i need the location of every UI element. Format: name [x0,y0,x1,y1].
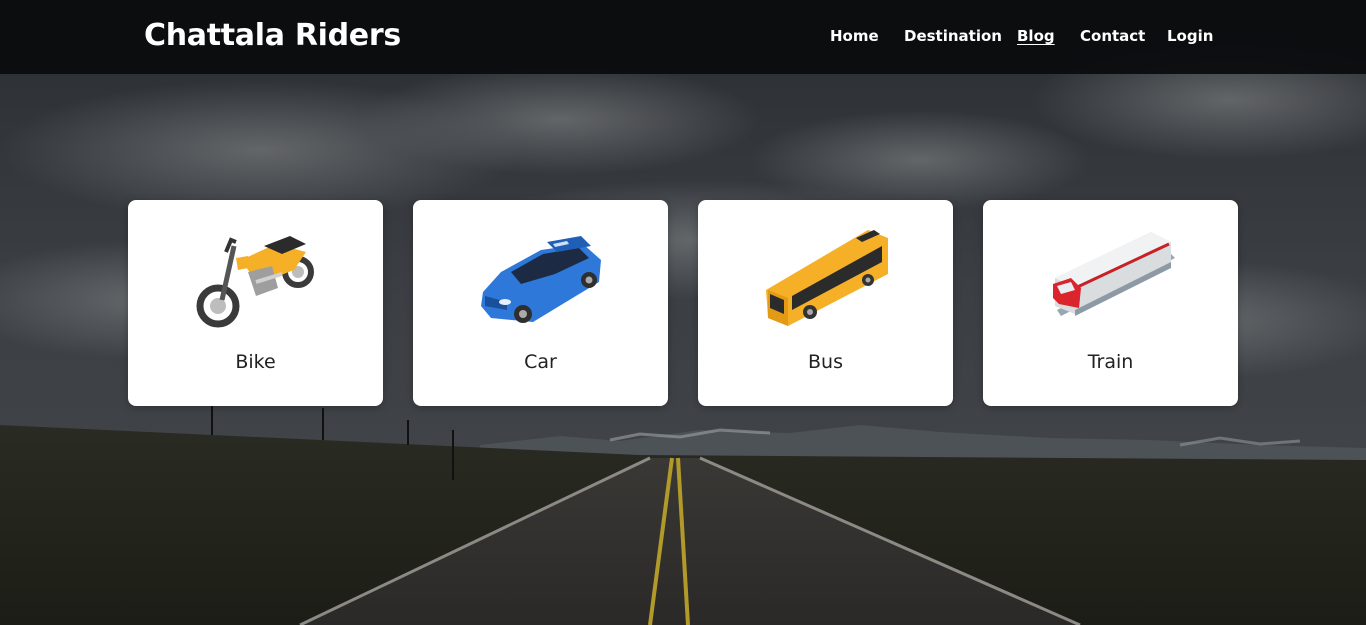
vehicle-label: Train [1087,351,1134,373]
bus-icon [698,222,953,342]
vehicle-label: Bike [235,351,276,373]
vehicle-card-train[interactable]: Train [983,200,1238,406]
nav-login-link[interactable]: Login [1167,27,1213,45]
vehicle-card-bus[interactable]: Bus [698,200,953,406]
motorcycle-icon [128,222,383,342]
nav-destination-link[interactable]: Destination [904,27,1002,45]
main-nav: Home Destination Blog Contact Login [0,27,1366,51]
nav-blog-link[interactable]: Blog [1017,27,1055,45]
vehicle-label: Bus [808,351,843,373]
vehicle-card-car[interactable]: Car [413,200,668,406]
top-navbar: Chattala Riders Home Destination Blog Co… [0,0,1366,74]
nav-home-link[interactable]: Home [830,27,879,45]
car-icon [413,222,668,342]
train-icon [983,222,1238,342]
vehicle-label: Car [524,351,557,373]
vehicle-card-bike[interactable]: Bike [128,200,383,406]
nav-contact-link[interactable]: Contact [1080,27,1145,45]
